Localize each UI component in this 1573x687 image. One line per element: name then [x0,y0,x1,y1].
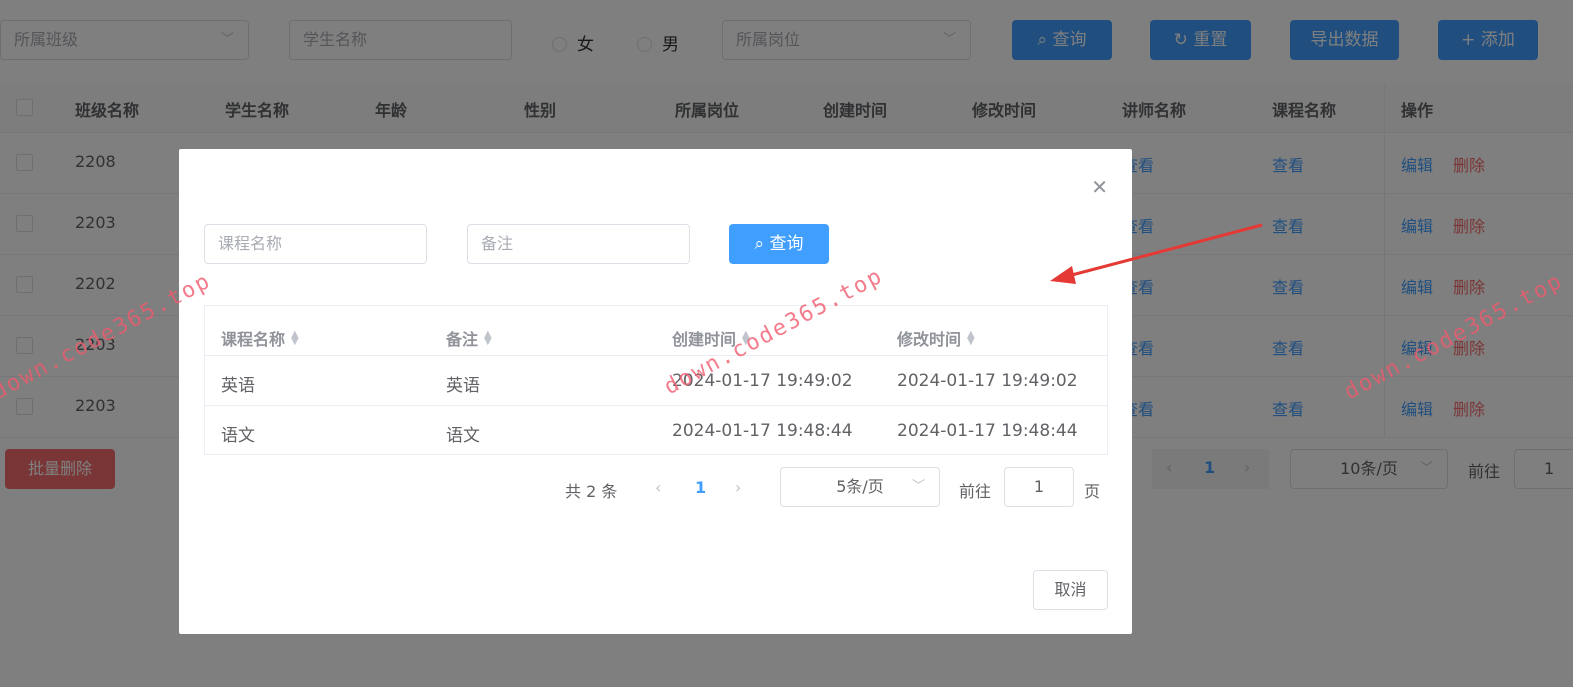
annotation-arrow [1050,223,1263,284]
